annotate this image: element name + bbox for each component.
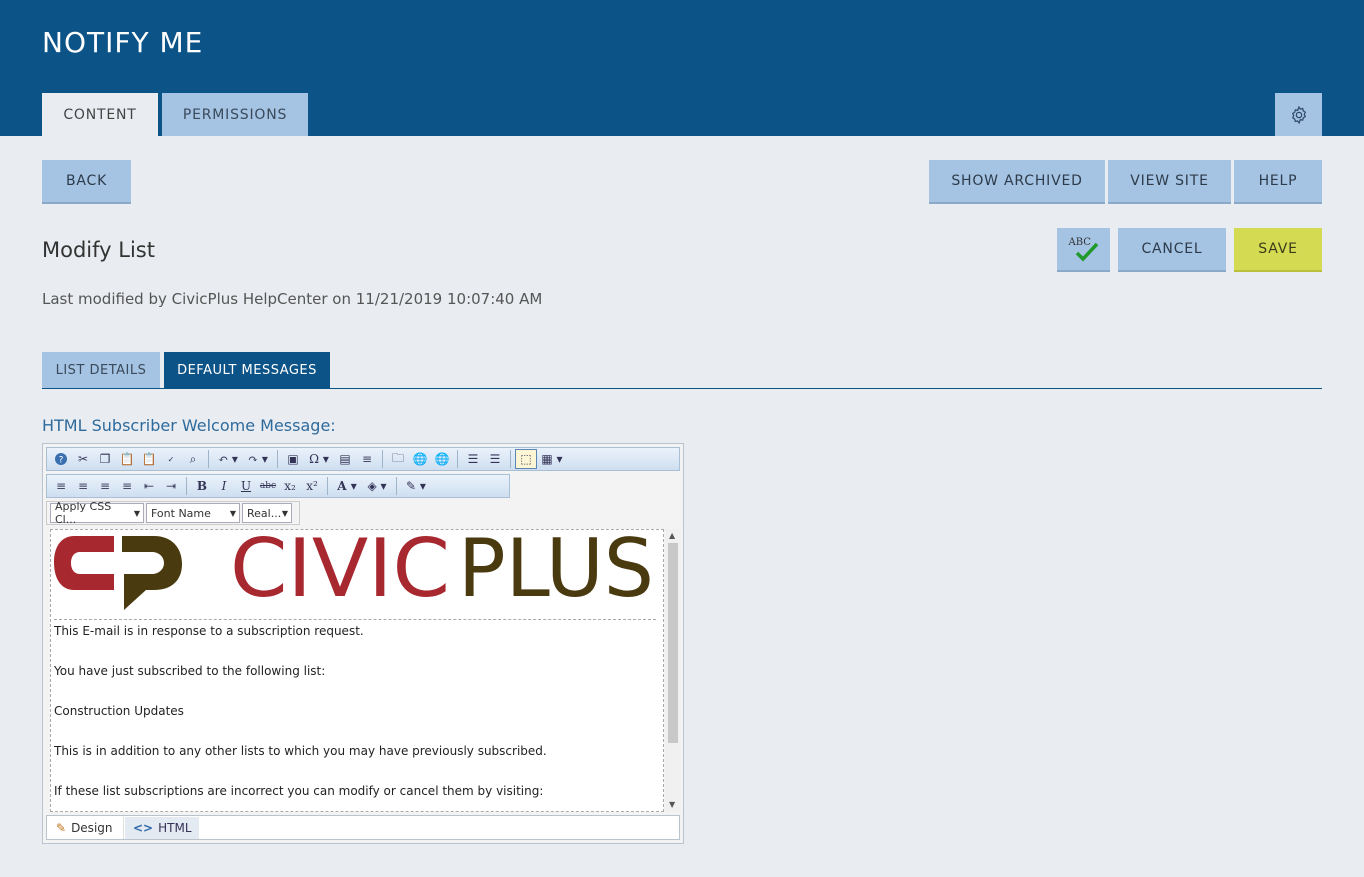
design-mode-tab[interactable]: ✎ Design [48, 817, 124, 839]
civicplus-logo: CIVIC PLUS [54, 530, 656, 620]
design-mode-label: Design [71, 821, 113, 835]
help-icon[interactable]: ? [50, 449, 72, 469]
font-color-icon[interactable]: A ▾ [332, 476, 362, 496]
underline-icon[interactable]: U [235, 476, 257, 496]
strikethrough-icon[interactable]: abc [257, 476, 279, 496]
tab-content[interactable]: CONTENT [42, 93, 158, 136]
chevron-down-icon: ▼ [229, 508, 236, 518]
undo-icon[interactable]: ↶ ▾ [213, 449, 243, 469]
logo-plus-text: PLUS [458, 532, 654, 615]
font-size-dropdown[interactable]: Real... ▼ [242, 503, 292, 523]
tab-default-messages[interactable]: DEFAULT MESSAGES [164, 352, 330, 388]
message-line: This is in addition to any other lists t… [54, 744, 547, 758]
settings-button[interactable] [1275, 93, 1322, 136]
toggle-border-icon[interactable]: ⬚ [515, 449, 537, 469]
font-name-dropdown[interactable]: Font Name ▼ [146, 503, 240, 523]
justify-icon[interactable]: ≡ [116, 476, 138, 496]
cancel-button[interactable]: CANCEL [1118, 228, 1226, 272]
svg-text:?: ? [59, 456, 64, 466]
tab-list-details[interactable]: LIST DETAILS [42, 352, 160, 388]
align-right-icon[interactable]: ≡ [94, 476, 116, 496]
editor-scrollbar[interactable]: ▲ ▼ [665, 529, 681, 812]
welcome-message-label: HTML Subscriber Welcome Message: [42, 416, 336, 435]
back-button[interactable]: BACK [42, 160, 131, 204]
sub-tab-bar: LIST DETAILS DEFAULT MESSAGES [42, 352, 1322, 389]
align-center-icon[interactable]: ≡ [72, 476, 94, 496]
special-characters-icon[interactable]: Ω ▾ [304, 449, 334, 469]
editor-toolbar-row-2: ≡ ≡ ≡ ≡ ⇤ ⇥ B I U abc x₂ x² A ▾ ◈ ▾ ✎ ▾ [46, 474, 510, 498]
html-mode-tab[interactable]: <> HTML [125, 817, 199, 839]
toolbar-separator [208, 450, 209, 468]
highlight-color-icon[interactable]: ◈ ▾ [362, 476, 392, 496]
toolbar-separator [186, 477, 187, 495]
format-stripper-icon[interactable]: ✎ ▾ [401, 476, 431, 496]
find-replace-icon[interactable]: ⌕ [182, 449, 204, 469]
toolbar-separator [510, 450, 511, 468]
header: NOTIFY ME CONTENT PERMISSIONS [0, 0, 1364, 136]
gear-icon [1291, 105, 1306, 124]
copy-icon[interactable]: ❐ [94, 449, 116, 469]
paste-from-word-icon[interactable]: 📋 [138, 449, 160, 469]
message-line: This E-mail is in response to a subscrip… [54, 624, 364, 638]
redo-icon[interactable]: ↷ ▾ [243, 449, 273, 469]
view-site-button[interactable]: VIEW SITE [1108, 160, 1231, 204]
spellcheck-button[interactable]: ABC [1057, 228, 1110, 272]
show-archived-button[interactable]: SHOW ARCHIVED [929, 160, 1105, 204]
app-title: NOTIFY ME [42, 26, 204, 59]
scroll-down-icon[interactable]: ▼ [669, 800, 675, 809]
message-line: Construction Updates [54, 704, 184, 718]
link-icon[interactable]: 🌐 [409, 449, 431, 469]
insert-table-icon[interactable]: ▦ ▾ [537, 449, 567, 469]
italic-icon[interactable]: I [213, 476, 235, 496]
pencil-icon: ✎ [56, 821, 67, 835]
font-size-value: Real... [247, 506, 282, 520]
code-icon: <> [133, 821, 154, 835]
page-title: Modify List [42, 238, 155, 262]
outdent-icon[interactable]: ⇤ [138, 476, 160, 496]
editor-toolbar-row-3: Apply CSS Cl... ▼ Font Name ▼ Real... ▼ [46, 500, 300, 526]
spellcheck-icon: ABC [1067, 236, 1101, 262]
subscript-icon[interactable]: x₂ [279, 476, 301, 496]
paragraph-icon[interactable]: ≡ [356, 449, 378, 469]
logo-civic-text: CIVIC [230, 532, 450, 615]
save-button[interactable]: SAVE [1234, 228, 1322, 272]
message-line: If these list subscriptions are incorrec… [54, 784, 544, 798]
image-manager-icon[interactable]: ▣ [282, 449, 304, 469]
superscript-icon[interactable]: x² [301, 476, 323, 496]
scroll-up-icon[interactable]: ▲ [669, 531, 675, 540]
cut-icon[interactable]: ✂ [72, 449, 94, 469]
unlink-icon[interactable]: 🌐 [431, 449, 453, 469]
align-left-icon[interactable]: ≡ [50, 476, 72, 496]
document-manager-icon[interactable]: 🗀 [387, 449, 409, 469]
toolbar-separator [277, 450, 278, 468]
tab-permissions[interactable]: PERMISSIONS [162, 93, 308, 136]
numbered-list-icon[interactable]: ☰ [462, 449, 484, 469]
chevron-down-icon: ▼ [133, 508, 140, 518]
html-mode-label: HTML [158, 821, 192, 835]
bulleted-list-icon[interactable]: ☰ [484, 449, 506, 469]
editor-mode-bar: ✎ Design <> HTML [46, 815, 680, 840]
last-modified: Last modified by CivicPlus HelpCenter on… [42, 290, 543, 308]
paste-icon[interactable]: 📋 [116, 449, 138, 469]
message-line: You have just subscribed to the followin… [54, 664, 326, 678]
chevron-down-icon: ▼ [281, 508, 288, 518]
font-name-value: Font Name [151, 506, 211, 520]
help-button[interactable]: HELP [1234, 160, 1322, 204]
css-class-dropdown[interactable]: Apply CSS Cl... ▼ [50, 500, 144, 526]
toolbar-separator [382, 450, 383, 468]
toolbar-separator [327, 477, 328, 495]
scroll-thumb[interactable] [668, 543, 678, 743]
toolbar-separator [457, 450, 458, 468]
editor-toolbar-row-1: ? ✂ ❐ 📋 📋 ✓ ⌕ ↶ ▾ ↷ ▾ ▣ Ω ▾ ▤ ≡ 🗀 🌐 🌐 ☰ … [46, 447, 680, 471]
rich-text-editor: ? ✂ ❐ 📋 📋 ✓ ⌕ ↶ ▾ ↷ ▾ ▣ Ω ▾ ▤ ≡ 🗀 🌐 🌐 ☰ … [42, 443, 684, 844]
editor-content-area[interactable]: CIVIC PLUS This E-mail is in response to… [50, 529, 664, 812]
template-icon[interactable]: ▤ [334, 449, 356, 469]
indent-icon[interactable]: ⇥ [160, 476, 182, 496]
spell-check-icon[interactable]: ✓ [160, 449, 182, 469]
toolbar-separator [396, 477, 397, 495]
bold-icon[interactable]: B [191, 476, 213, 496]
css-class-value: Apply CSS Cl... [55, 500, 112, 526]
